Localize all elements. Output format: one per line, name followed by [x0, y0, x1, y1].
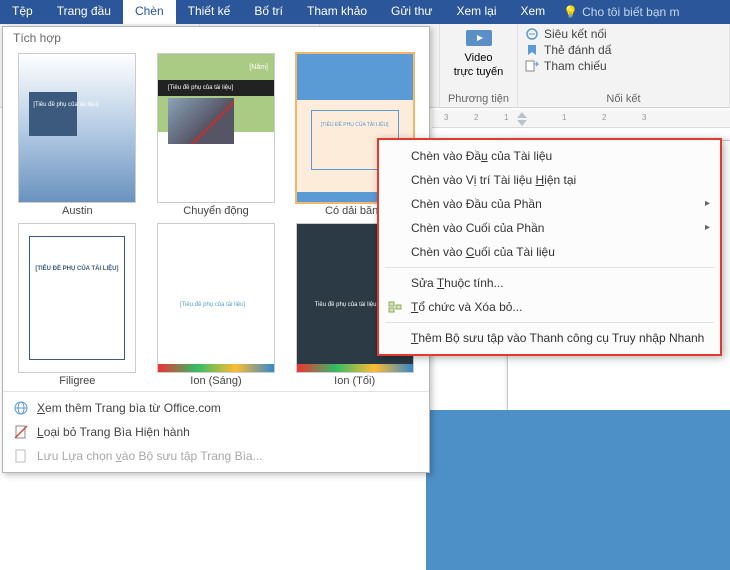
bookmark-icon — [524, 43, 540, 57]
link-icon — [524, 27, 540, 41]
tab-insert[interactable]: Chèn — [123, 0, 176, 24]
gallery-item-label: Ion (Sáng) — [190, 375, 241, 387]
save-label: Lưu Lựa chọn vào Bộ sưu tập Trang Bìa... — [37, 449, 263, 463]
tell-me-label: Cho tôi biết bạn m — [582, 5, 679, 19]
tab-view[interactable]: Xem — [508, 0, 557, 24]
more-from-office-button[interactable]: Xem thêm Trang bìa từ Office.com — [3, 396, 429, 420]
crossref-button[interactable]: Tham chiếu — [524, 58, 723, 74]
gallery-item-label: Austin — [62, 205, 93, 217]
gallery-item-filigree[interactable]: [TIÊU ĐỀ PHỤ CỦA TÀI LIỆU] — [18, 223, 136, 373]
ctx-add-to-qat[interactable]: Thêm Bộ sưu tập vào Thanh công cụ Truy n… — [379, 326, 720, 350]
remove-label: Loại bỏ Trang Bìa Hiện hành — [37, 425, 190, 439]
gallery-item-label: Ion (Tối) — [334, 375, 375, 387]
gallery-item-label: Chuyển động — [183, 205, 248, 217]
gallery-item-austin[interactable]: [Tiêu đề phụ của tài liệu] — [18, 53, 136, 203]
tab-mailings[interactable]: Gửi thư — [379, 0, 444, 24]
online-video-button[interactable]: Video trực tuyến — [454, 26, 504, 78]
chevron-right-icon: ▸ — [705, 222, 710, 233]
ctx-insert-section-begin[interactable]: Chèn vào Đầu của Phần▸ — [379, 192, 720, 216]
document-blue-region — [426, 410, 730, 570]
tab-file[interactable]: Tệp — [0, 0, 45, 24]
media-group-label: Phương tiện — [448, 93, 509, 107]
remove-cover-button[interactable]: Loại bỏ Trang Bìa Hiện hành — [3, 420, 429, 444]
ribbon-tabs: Tệp Trang đầu Chèn Thiết kế Bố trí Tham … — [0, 0, 730, 24]
crossref-icon — [524, 59, 540, 73]
gallery-item-label: Filigree — [59, 375, 95, 387]
organize-icon — [387, 299, 403, 315]
lightbulb-icon: 💡 — [563, 5, 578, 19]
save-selection-button: Lưu Lựa chọn vào Bộ sưu tập Trang Bìa... — [3, 444, 429, 468]
tab-home[interactable]: Trang đầu — [45, 0, 123, 24]
crossref-label: Tham chiếu — [544, 59, 607, 73]
tab-references[interactable]: Tham khảo — [295, 0, 379, 24]
ctx-organize-delete[interactable]: Tổ chức và Xóa bỏ... — [379, 295, 720, 319]
video-label-1: Video — [465, 52, 493, 64]
gallery-item-ion-light[interactable]: [Tiêu đề phụ của tài liệu] — [157, 223, 275, 373]
indent-marker-icon[interactable] — [517, 112, 527, 126]
gallery-item-motion[interactable]: [Năm] [Tiêu đề phụ của tài liệu] — [157, 53, 275, 203]
tell-me-search[interactable]: 💡 Cho tôi biết bạn m — [557, 0, 685, 24]
horizontal-ruler[interactable]: 3 2 1 1 2 3 — [432, 110, 730, 128]
video-label-2: trực tuyến — [454, 66, 504, 78]
ctx-insert-section-end[interactable]: Chèn vào Cuối của Phần▸ — [379, 216, 720, 240]
gallery-item-label: Có dải băng — [325, 205, 384, 217]
bookmark-label: Thẻ đánh dấ — [544, 43, 611, 57]
more-label: Xem thêm Trang bìa từ Office.com — [37, 401, 221, 415]
links-group-label: Nối kết — [524, 93, 723, 107]
tab-review[interactable]: Xem lại — [444, 0, 508, 24]
ctx-insert-doc-begin[interactable]: Chèn vào Đầu của Tài liệu — [379, 144, 720, 168]
ctx-separator — [385, 267, 714, 268]
ctx-insert-current[interactable]: Chèn vào Vị trí Tài liệu Hiện tại — [379, 168, 720, 192]
tab-layout[interactable]: Bố trí — [242, 0, 295, 24]
ctx-separator — [385, 322, 714, 323]
chevron-right-icon: ▸ — [705, 198, 710, 209]
hyperlink-label: Siêu kết nối — [544, 27, 607, 41]
context-menu: Chèn vào Đầu của Tài liệu Chèn vào Vị tr… — [377, 138, 722, 356]
globe-icon — [13, 400, 29, 416]
cover-page-gallery: Tích hợp [Tiêu đề phụ của tài liệu] Aust… — [2, 26, 430, 473]
hyperlink-button[interactable]: Siêu kết nối — [524, 26, 723, 42]
ctx-edit-properties[interactable]: Sửa Thuộc tính... — [379, 271, 720, 295]
video-icon — [464, 26, 494, 50]
remove-page-icon — [13, 424, 29, 440]
tab-design[interactable]: Thiết kế — [176, 0, 243, 24]
bookmark-button[interactable]: Thẻ đánh dấ — [524, 42, 723, 58]
gallery-section-title: Tích hợp — [3, 27, 429, 49]
ctx-insert-doc-end[interactable]: Chèn vào Cuối của Tài liệu — [379, 240, 720, 264]
save-gallery-icon — [13, 448, 29, 464]
